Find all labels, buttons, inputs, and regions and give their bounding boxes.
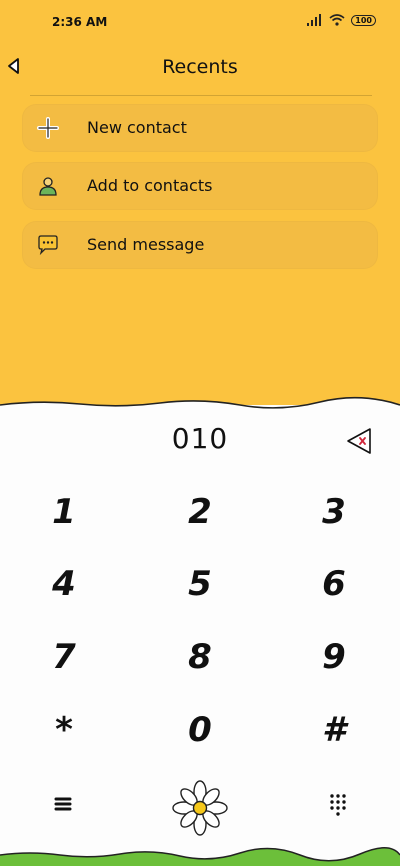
grass-decoration	[0, 847, 400, 866]
key-8[interactable]: 8	[160, 627, 240, 687]
call-flower-button[interactable]	[172, 780, 228, 836]
message-icon	[38, 235, 58, 256]
panel-edge-wave	[0, 396, 400, 414]
dialpad-icon[interactable]	[326, 792, 350, 816]
header-divider	[30, 95, 372, 96]
header: Recents	[0, 48, 400, 88]
dialer-bottom-bar	[0, 770, 400, 840]
key-9[interactable]: 9	[294, 627, 374, 687]
status-icons: 100	[307, 14, 376, 26]
key-star[interactable]: *	[24, 700, 104, 760]
signal-icon	[307, 14, 322, 26]
dial-display: 010	[0, 422, 400, 462]
key-hash[interactable]: #	[294, 700, 374, 760]
new-contact-button[interactable]: New contact	[22, 104, 378, 152]
menu-icon[interactable]	[52, 794, 76, 814]
new-contact-label: New contact	[87, 118, 187, 137]
add-contact-icon	[37, 117, 59, 139]
backspace-icon[interactable]	[345, 426, 373, 456]
dialed-number: 010	[171, 422, 229, 455]
send-message-button[interactable]: Send message	[22, 221, 378, 269]
status-bar: 2:36 AM 100	[0, 0, 400, 44]
key-3[interactable]: 3	[294, 482, 374, 542]
person-icon	[39, 177, 57, 196]
send-message-label: Send message	[87, 235, 205, 254]
add-to-contacts-label: Add to contacts	[87, 176, 213, 195]
key-1[interactable]: 1	[24, 482, 104, 542]
status-time: 2:36 AM	[52, 15, 108, 29]
wifi-icon	[329, 14, 345, 26]
page-title: Recents	[162, 56, 238, 78]
key-2[interactable]: 2	[160, 482, 240, 542]
add-to-contacts-button[interactable]: Add to contacts	[22, 162, 378, 210]
key-4[interactable]: 4	[24, 554, 104, 614]
battery-indicator: 100	[351, 14, 376, 26]
key-0[interactable]: 0	[160, 700, 240, 760]
key-5[interactable]: 5	[160, 554, 240, 614]
key-6[interactable]: 6	[294, 554, 374, 614]
key-7[interactable]: 7	[24, 627, 104, 687]
